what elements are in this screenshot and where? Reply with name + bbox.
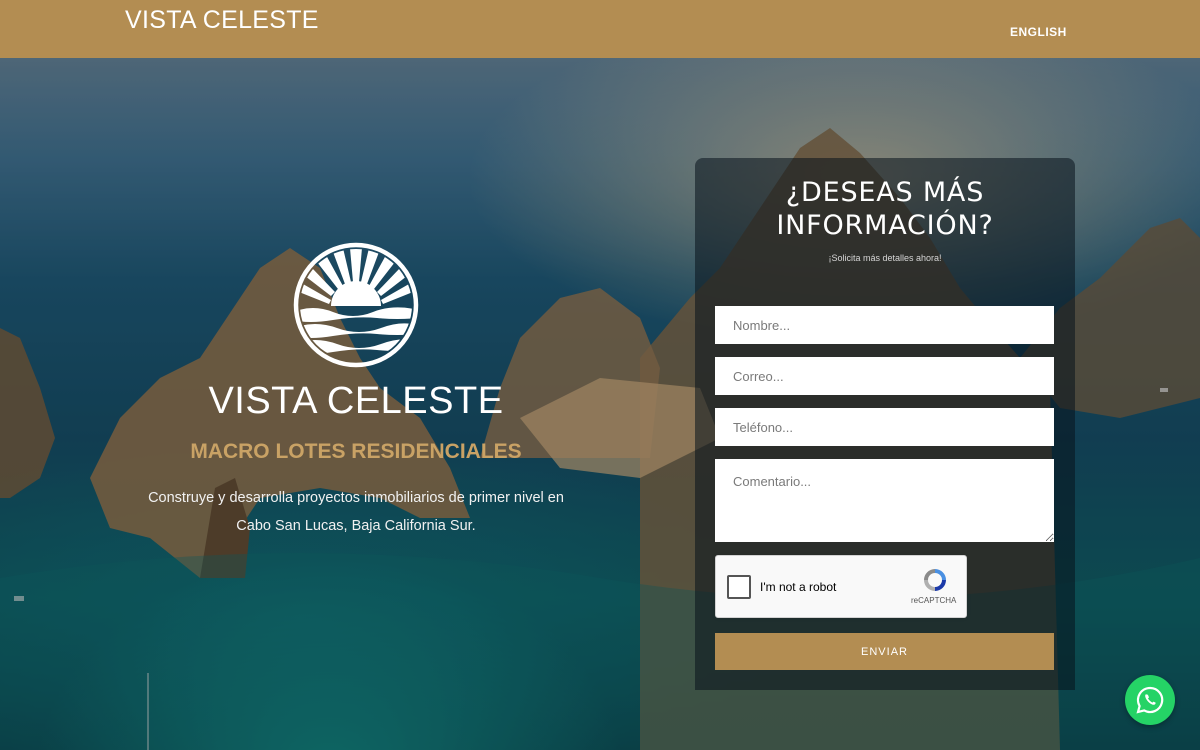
recaptcha-icon: [924, 569, 946, 591]
name-input[interactable]: [715, 306, 1054, 344]
email-input[interactable]: [715, 357, 1054, 395]
phone-input[interactable]: [715, 408, 1054, 446]
comment-textarea[interactable]: [715, 459, 1054, 542]
form-title-line2: INFORMACIÓN?: [776, 210, 994, 241]
brand-link[interactable]: VISTA CELESTE: [125, 6, 319, 35]
hero-logo-title: VISTA CELESTE: [208, 380, 504, 422]
hero-subtitle: MACRO LOTES RESIDENCIALES: [190, 440, 522, 463]
whatsapp-icon: [1136, 686, 1164, 714]
sun-over-waves-logo-icon: [293, 242, 419, 368]
recaptcha-label: I'm not a robot: [760, 580, 837, 594]
submit-button[interactable]: ENVIAR: [715, 633, 1054, 670]
whatsapp-chat-button[interactable]: [1125, 675, 1175, 725]
recaptcha-brand-text: reCAPTCHA: [911, 596, 957, 605]
contact-form-panel: ¿DESEAS MÁS INFORMACIÓN? ¡Solicita más d…: [695, 158, 1075, 690]
top-nav-bar: VISTA CELESTE ENGLISH: [0, 0, 1200, 58]
language-switch-link[interactable]: ENGLISH: [1010, 25, 1067, 39]
form-title-line1: ¿DESEAS MÁS: [785, 177, 985, 208]
recaptcha-checkbox[interactable]: [727, 575, 751, 599]
hero-description: Construye y desarrolla proyectos inmobil…: [148, 490, 564, 534]
form-title: ¿DESEAS MÁS INFORMACIÓN?: [695, 176, 1075, 242]
form-subtitle: ¡Solicita más detalles ahora!: [828, 253, 942, 263]
recaptcha-widget: I'm not a robot reCAPTCHA: [715, 555, 967, 618]
